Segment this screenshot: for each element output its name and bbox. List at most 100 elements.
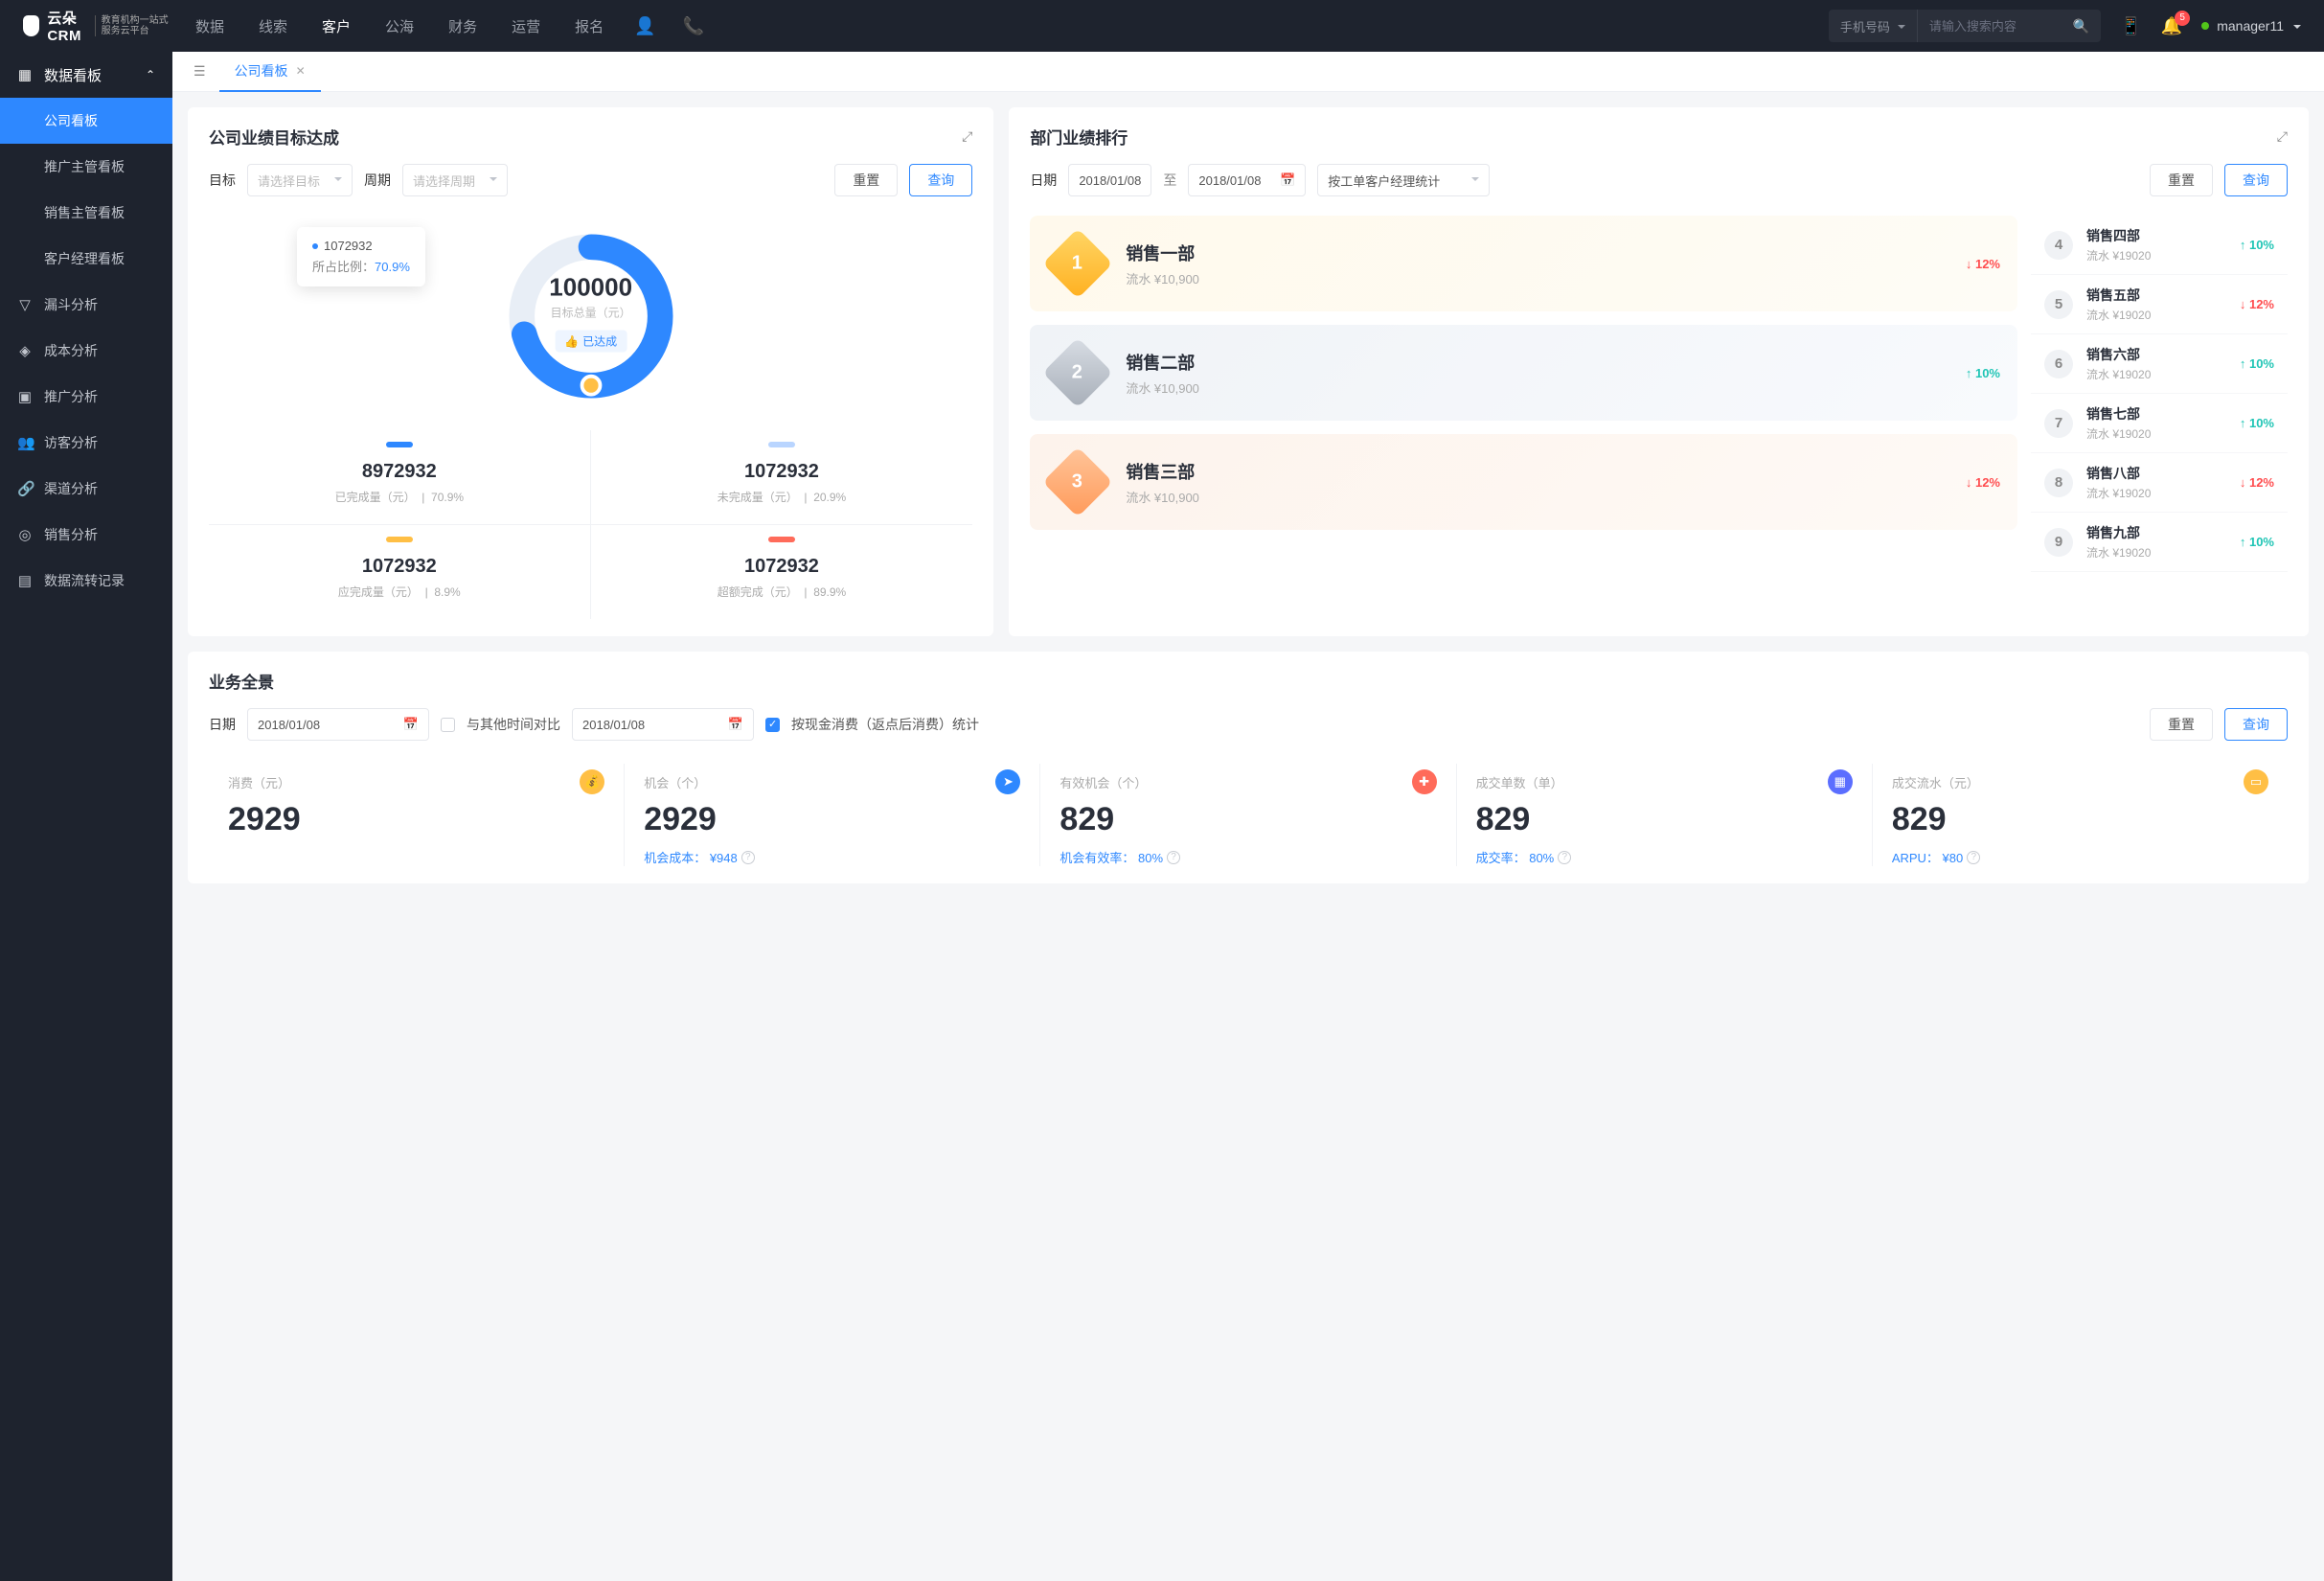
rank-name: 销售八部: [2086, 464, 2226, 483]
sidebar-child-3[interactable]: 客户经理看板: [0, 236, 172, 282]
rank-pct: ↑ 10%: [1966, 366, 2000, 380]
rank-top-item[interactable]: 2销售二部流水 ¥10,900↑ 10%: [1030, 325, 2017, 421]
help-icon[interactable]: ?: [1558, 851, 1571, 864]
sidebar-item-3[interactable]: 👥访客分析: [0, 420, 172, 466]
sidebar-item-0[interactable]: ▽漏斗分析: [0, 282, 172, 328]
expand-icon[interactable]: ⤢: [962, 128, 972, 145]
nav-item-1[interactable]: 线索: [259, 16, 287, 36]
nav-item-2[interactable]: 客户: [322, 16, 351, 36]
sidebar-item-1[interactable]: ◈成本分析: [0, 328, 172, 374]
rank-sub: 流水 ¥19020: [2086, 307, 2226, 323]
user-menu[interactable]: manager11: [2201, 18, 2301, 34]
period-select[interactable]: 请选择周期: [402, 164, 508, 196]
search-type-select[interactable]: 手机号码: [1829, 10, 1918, 42]
kpi-icon: ▭: [2244, 769, 2268, 794]
kpi-sub: 成交率： 80% ?: [1476, 848, 1853, 866]
rank-pct: ↓ 12%: [2240, 475, 2274, 490]
query-button[interactable]: 查询: [909, 164, 972, 196]
sidebar-child-1[interactable]: 推广主管看板: [0, 144, 172, 190]
rank-sub: 流水 ¥19020: [2086, 544, 2226, 561]
sidebar-child-0[interactable]: 公司看板: [0, 98, 172, 144]
stat-bar-icon: [768, 537, 795, 542]
rank-sub: 流水 ¥10,900: [1126, 488, 1948, 506]
help-icon[interactable]: ?: [1167, 851, 1180, 864]
rank-top-item[interactable]: 3销售三部流水 ¥10,900↓ 12%: [1030, 434, 2017, 530]
help-icon[interactable]: ?: [741, 851, 755, 864]
rank-row[interactable]: 4销售四部流水 ¥19020↑ 10%: [2031, 216, 2288, 275]
sidebar-group-label: 数据看板: [44, 65, 102, 85]
nav-item-0[interactable]: 数据: [195, 16, 224, 36]
pano-date1-input[interactable]: 2018/01/08📅: [247, 708, 429, 741]
rank-name: 销售二部: [1126, 350, 1948, 375]
rank-row[interactable]: 5销售五部流水 ¥19020↓ 12%: [2031, 275, 2288, 334]
date-from-input[interactable]: 2018/01/08: [1068, 164, 1151, 196]
user-icon[interactable]: 👤: [634, 16, 655, 36]
ranking-card-title: 部门业绩排行: [1030, 125, 1128, 149]
rank-row[interactable]: 7销售七部流水 ¥19020↑ 10%: [2031, 394, 2288, 453]
kpi-cell: 成交流水（元）▭829ARPU： ¥80 ?: [1872, 764, 2288, 866]
mobile-icon[interactable]: 📱: [2120, 16, 2141, 36]
calendar-icon: 📅: [1280, 172, 1295, 188]
search-input[interactable]: [1918, 19, 2062, 34]
stat-value: 1072932: [209, 556, 590, 578]
notifications-icon[interactable]: 🔔5: [2161, 16, 2182, 36]
sidebar-group-dashboard[interactable]: ▦ 数据看板 ⌃: [0, 52, 172, 98]
nav-item-5[interactable]: 运营: [512, 16, 540, 36]
dashboard-icon: ▦: [17, 66, 33, 83]
query-button[interactable]: 查询: [2224, 708, 2288, 741]
rank-number: 4: [2044, 231, 2073, 260]
rank-row[interactable]: 6销售六部流水 ¥19020↑ 10%: [2031, 334, 2288, 394]
pano-date2-input[interactable]: 2018/01/08📅: [572, 708, 754, 741]
hamburger-icon[interactable]: ☰: [180, 63, 219, 80]
sidebar-item-4[interactable]: 🔗渠道分析: [0, 466, 172, 512]
period-label: 周期: [364, 171, 391, 190]
cash-checkbox[interactable]: [765, 718, 780, 732]
goal-stats-grid: 8972932已完成量（元） | 70.9%1072932未完成量（元） | 2…: [209, 430, 972, 619]
nav-item-4[interactable]: 财务: [448, 16, 477, 36]
logo[interactable]: 云朵CRM 教育机构一站式服务云平台: [23, 8, 172, 44]
reset-button[interactable]: 重置: [2150, 164, 2213, 196]
reset-button[interactable]: 重置: [2150, 708, 2213, 741]
search-box: 手机号码 🔍: [1829, 10, 2101, 42]
tab-company-board[interactable]: 公司看板 ✕: [219, 52, 321, 92]
compare-checkbox[interactable]: [441, 718, 455, 732]
help-icon[interactable]: ?: [1967, 851, 1980, 864]
phone-icon[interactable]: 📞: [683, 16, 704, 36]
stat-method-select[interactable]: 按工单客户经理统计: [1317, 164, 1490, 196]
rank-row[interactable]: 8销售八部流水 ¥19020↓ 12%: [2031, 453, 2288, 513]
logo-cloud-icon: [23, 15, 39, 36]
kpi-title: 有效机会（个）: [1059, 773, 1436, 791]
date-to-input[interactable]: 2018/01/08 📅: [1188, 164, 1306, 196]
rank-row[interactable]: 9销售九部流水 ¥19020↑ 10%: [2031, 513, 2288, 572]
kpi-value: 829: [1892, 801, 2268, 838]
close-icon[interactable]: ✕: [296, 64, 306, 78]
nav-item-6[interactable]: 报名: [575, 16, 604, 36]
stat-value: 1072932: [591, 461, 973, 483]
search-icon[interactable]: 🔍: [2062, 18, 2101, 34]
sidebar-item-5[interactable]: ◎销售分析: [0, 512, 172, 558]
tab-label: 公司看板: [235, 61, 288, 80]
kpi-value: 2929: [228, 801, 604, 838]
sidebar-icon: 👥: [17, 434, 33, 451]
kpi-cell: 消费（元）💰2929: [209, 764, 624, 866]
query-button[interactable]: 查询: [2224, 164, 2288, 196]
date-label: 日期: [1030, 171, 1057, 190]
tooltip-ratio: 70.9%: [375, 260, 410, 274]
logo-text: 云朵CRM: [47, 8, 86, 44]
rank-name: 销售六部: [2086, 345, 2226, 364]
sidebar-item-2[interactable]: ▣推广分析: [0, 374, 172, 420]
target-select[interactable]: 请选择目标: [247, 164, 353, 196]
panorama-title: 业务全景: [209, 669, 274, 693]
rank-top-item[interactable]: 1销售一部流水 ¥10,900↓ 12%: [1030, 216, 2017, 311]
notif-badge: 5: [2175, 11, 2190, 26]
sidebar-child-2[interactable]: 销售主管看板: [0, 190, 172, 236]
sidebar-item-6[interactable]: ▤数据流转记录: [0, 558, 172, 604]
expand-icon[interactable]: ⤢: [2277, 128, 2288, 145]
rank-name: 销售五部: [2086, 286, 2226, 305]
stat-bar-icon: [386, 537, 413, 542]
rank-name: 销售七部: [2086, 404, 2226, 424]
nav-item-3[interactable]: 公海: [385, 16, 414, 36]
tooltip-value: 1072932: [324, 239, 373, 253]
calendar-icon: 📅: [728, 717, 743, 732]
reset-button[interactable]: 重置: [834, 164, 898, 196]
